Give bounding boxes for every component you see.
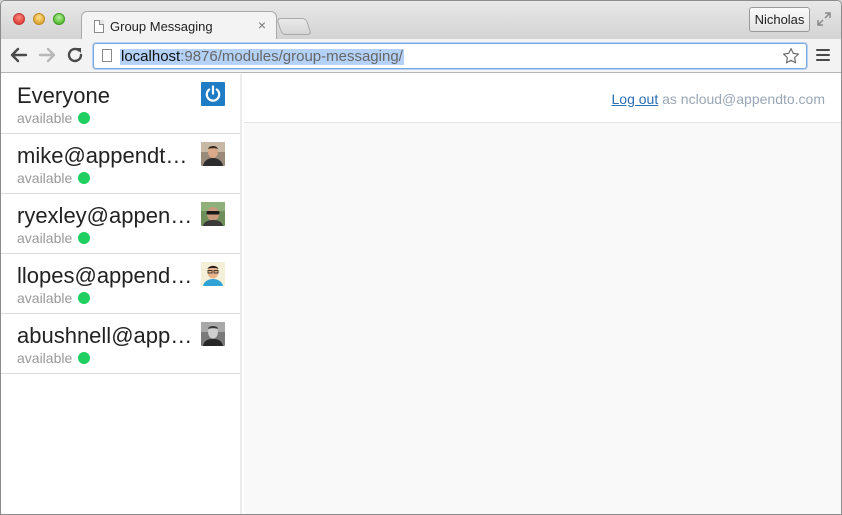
new-tab-button[interactable] <box>276 18 312 35</box>
tab-group-messaging[interactable]: Group Messaging × <box>81 11 277 40</box>
contact-sidebar: Everyone available mike@appendto.com ava… <box>1 74 242 514</box>
page-icon <box>102 49 112 62</box>
contact-name: abushnell@appendto.com <box>17 323 197 348</box>
contact-abushnell[interactable]: abushnell@appendto.com available <box>1 314 240 374</box>
contact-everyone[interactable]: Everyone available <box>1 74 240 134</box>
status-dot <box>78 172 90 184</box>
power-icon <box>201 82 225 106</box>
contact-status: available <box>17 110 73 126</box>
browser-window: Group Messaging × Nicholas localhost:987… <box>0 0 842 515</box>
contact-status: available <box>17 290 73 306</box>
bookmark-star-icon[interactable] <box>782 47 800 65</box>
contact-ryexley[interactable]: ryexley@appendto.com available <box>1 194 240 254</box>
url-text[interactable]: localhost:9876/modules/group-messaging/ <box>120 49 404 65</box>
page-icon <box>94 20 104 33</box>
toolbar: localhost:9876/modules/group-messaging/ <box>1 39 841 73</box>
contact-status: available <box>17 170 73 186</box>
contact-mike[interactable]: mike@appendto.com available <box>1 134 240 194</box>
contact-name: Everyone <box>17 83 110 108</box>
zoom-window-button[interactable] <box>53 13 65 25</box>
contact-status: available <box>17 230 73 246</box>
menu-icon[interactable] <box>816 49 830 62</box>
profile-button[interactable]: Nicholas <box>749 7 810 32</box>
status-dot <box>78 292 90 304</box>
contact-name: llopes@appendto.com <box>17 263 197 288</box>
url-host: localhost <box>121 48 181 65</box>
close-window-button[interactable] <box>13 13 25 25</box>
avatar <box>201 142 225 166</box>
fullscreen-icon[interactable] <box>817 12 831 26</box>
avatar <box>201 202 225 226</box>
tab-strip: Group Messaging × Nicholas <box>1 1 841 40</box>
logged-in-as-text: as ncloud@appendto.com <box>658 91 825 107</box>
reload-icon[interactable] <box>65 45 85 65</box>
contact-name: mike@appendto.com <box>17 143 197 168</box>
avatar <box>201 262 225 286</box>
address-bar[interactable]: localhost:9876/modules/group-messaging/ <box>93 43 807 69</box>
status-dot <box>78 112 90 124</box>
contact-name: ryexley@appendto.com <box>17 203 197 228</box>
avatar <box>201 322 225 346</box>
logout-line: Log out as ncloud@appendto.com <box>612 91 825 107</box>
tab-close-icon[interactable]: × <box>258 17 266 33</box>
header-bar: Log out as ncloud@appendto.com <box>244 74 841 123</box>
minimize-window-button[interactable] <box>33 13 45 25</box>
url-path: :9876/modules/group-messaging/ <box>180 48 403 65</box>
forward-arrow-icon[interactable] <box>37 45 57 65</box>
logout-link[interactable]: Log out <box>612 91 659 107</box>
status-dot <box>78 352 90 364</box>
contact-llopes[interactable]: llopes@appendto.com available <box>1 254 240 314</box>
status-dot <box>78 232 90 244</box>
page-content: Everyone available mike@appendto.com ava… <box>1 74 841 514</box>
tab-title: Group Messaging <box>110 19 213 34</box>
back-arrow-icon[interactable] <box>9 45 29 65</box>
main-panel: Log out as ncloud@appendto.com <box>244 74 841 514</box>
contact-status: available <box>17 350 73 366</box>
